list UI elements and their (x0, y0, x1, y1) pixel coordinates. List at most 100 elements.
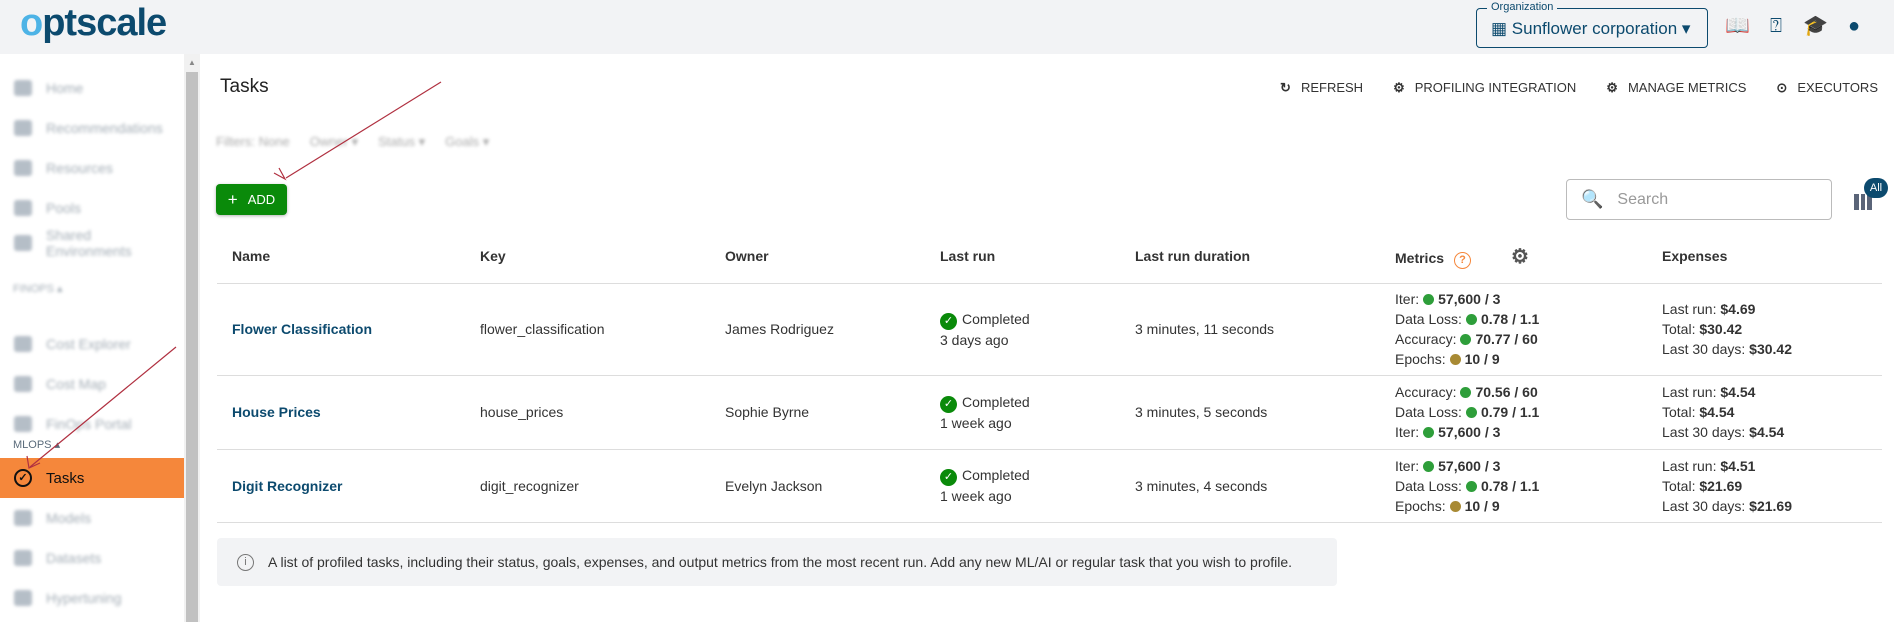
expenses-cell: Last run: $4.54 Total: $4.54 Last 30 days:… (1647, 375, 1882, 450)
task-key: flower_classification (465, 283, 710, 376)
expenses-cell: Last run: $4.51 Total: $21.69 Last 30 days… (1647, 449, 1882, 523)
sidebar-item-cost-map[interactable]: Cost Map (0, 364, 184, 404)
gear-icon: ⚙ (1393, 80, 1405, 95)
task-owner: Sophie Byrne (710, 375, 925, 450)
sidebar-section-mlops[interactable]: MLOPS ▴ (13, 438, 60, 451)
tasks-table: Name Key Owner Last run Last run duration Met… (217, 230, 1882, 523)
status-dot-icon (1465, 407, 1477, 418)
tune-icon (14, 590, 32, 606)
environment-icon (14, 235, 32, 251)
task-name-link[interactable]: Digit Recognizer (217, 449, 465, 523)
help-circle-icon[interactable]: ? (1454, 251, 1472, 269)
check-circle-icon: ✓ (940, 469, 957, 486)
sidebar-scrollbar[interactable]: ▲ (184, 54, 200, 622)
status-dot-icon (1449, 500, 1461, 512)
refresh-icon: ↻ (1280, 80, 1291, 95)
last-run-duration: 3 minutes, 11 seconds (1120, 283, 1380, 376)
gear-icon[interactable]: ⚙ (1511, 246, 1529, 268)
metric: Accuracy: 70.56 / 60 (1395, 384, 1538, 400)
manage-metrics-button[interactable]: ⚙ MANAGE METRICS (1606, 80, 1746, 96)
scrollbar-thumb[interactable] (186, 72, 198, 622)
expense: Last run: $4.51 (1662, 457, 1756, 474)
filters-bar: Filters: None Owner ▾ Status ▾ Goals ▾ (216, 134, 490, 150)
filter-owner[interactable]: Owner ▾ (310, 134, 358, 150)
sidebar-item-cost-explorer[interactable]: Cost Explorer (0, 324, 184, 364)
main-content: Tasks ↻ REFRESH ⚙ PROFILING INTEGRATION ⚙ M… (200, 54, 1894, 622)
metrics-cell: Iter: 57,600 / 3 Data Loss: 0.78 / 1.1 Accur… (1380, 283, 1647, 376)
sidebar-item-shared-environments[interactable]: Shared Environments (0, 218, 184, 268)
status-dot-icon (1465, 480, 1477, 492)
sidebar-section-finops[interactable]: FINOPS ▴ (13, 282, 63, 295)
table-row[interactable]: Flower Classification flower_classificat… (217, 283, 1882, 376)
help-icon[interactable]: ⍰ (1764, 14, 1788, 38)
columns-badge: All (1864, 178, 1888, 198)
book-icon[interactable]: 📖 (1725, 14, 1750, 38)
task-owner: Evelyn Jackson (710, 449, 925, 523)
metric: Epochs: 10 / 9 (1395, 497, 1500, 514)
sidebar-item-home[interactable]: Home (0, 68, 184, 108)
graduation-cap-icon[interactable]: 🎓 (1803, 14, 1828, 38)
resources-icon (14, 160, 32, 176)
column-header-last-run: Last run (925, 230, 1120, 284)
task-name-link[interactable]: Flower Classification (217, 283, 465, 376)
pools-icon (14, 200, 32, 216)
sidebar-item-tasks[interactable]: ✓ Tasks (0, 458, 184, 498)
status-dot-icon (1460, 387, 1472, 398)
table-row[interactable]: House Prices house_prices Sophie Byrne ✓… (217, 375, 1882, 450)
info-icon: i (237, 553, 254, 571)
globe-icon (14, 376, 32, 392)
last-run: ✓ Completed 3 days ago (925, 283, 1120, 376)
profiling-integration-button[interactable]: ⚙ PROFILING INTEGRATION (1393, 80, 1576, 96)
filter-status[interactable]: Status ▾ (378, 134, 425, 150)
task-key: house_prices (465, 375, 710, 450)
account-icon[interactable]: ● (1842, 14, 1866, 38)
filter-goals[interactable]: Goals ▾ (445, 134, 489, 150)
star-icon (14, 510, 32, 526)
expense: Last 30 days: $30.42 (1662, 341, 1792, 357)
status-dot-icon (1423, 460, 1435, 472)
task-key: digit_recognizer (465, 449, 710, 523)
executors-button[interactable]: ⊙ EXECUTORS (1776, 80, 1878, 96)
column-header-key: Key (465, 230, 710, 284)
table-row[interactable]: Digit Recognizer digit_recognizer Evelyn… (217, 449, 1882, 523)
sidebar-item-datasets[interactable]: Datasets (0, 538, 184, 578)
add-button[interactable]: + ADD (216, 184, 287, 215)
task-owner: James Rodriguez (710, 283, 925, 376)
expense: Total: $4.54 (1662, 404, 1735, 420)
optscale-logo[interactable]: optscale (20, 2, 167, 45)
home-icon (14, 80, 32, 96)
refresh-button[interactable]: ↻ REFRESH (1280, 80, 1363, 96)
column-header-last-run-duration: Last run duration (1120, 230, 1380, 284)
metric: Data Loss: 0.78 / 1.1 (1395, 477, 1540, 494)
dataset-icon (14, 550, 32, 566)
scroll-up-icon[interactable]: ▲ (188, 58, 196, 67)
page-title: Tasks (220, 76, 269, 97)
search-input[interactable]: 🔍 Search (1566, 179, 1832, 220)
expenses-cell: Last run: $4.69 Total: $30.42 Last 30 days… (1647, 283, 1882, 376)
play-circle-icon: ⊙ (1776, 80, 1788, 95)
plus-icon: + (227, 189, 238, 209)
last-run: ✓ Completed 1 week ago (925, 375, 1120, 450)
building-icon: ▦ (1491, 19, 1512, 38)
metrics-cell: Accuracy: 70.56 / 60 Data Loss: 0.79 / 1.1 I… (1380, 375, 1647, 450)
sidebar-item-hypertuning[interactable]: Hypertuning (0, 578, 184, 618)
sidebar-item-models[interactable]: Models (0, 498, 184, 538)
organization-selector[interactable]: Organization ▦ Sunflower corporation ▾ (1476, 1, 1708, 48)
metric: Accuracy: 70.77 / 60 (1395, 331, 1538, 347)
metric: Data Loss: 0.79 / 1.1 (1395, 404, 1540, 420)
expense: Total: $21.69 (1662, 477, 1743, 494)
expense: Last 30 days: $21.69 (1662, 497, 1792, 514)
gear-icon: ⚙ (1606, 80, 1618, 95)
task-name-link[interactable]: House Prices (217, 375, 465, 450)
organization-label: Organization (1487, 1, 1558, 13)
column-header-name: Name (217, 230, 465, 284)
expense: Total: $30.42 (1662, 321, 1743, 337)
status-dot-icon (1423, 294, 1435, 305)
chevron-up-icon: ▴ (54, 439, 61, 451)
sidebar-item-recommendations[interactable]: Recommendations (0, 108, 184, 148)
status-dot-icon (1465, 314, 1477, 325)
chevron-down-icon: ▾ (1681, 19, 1691, 38)
metrics-cell: Iter: 57,600 / 3 Data Loss: 0.78 / 1.1 Epoch… (1380, 449, 1647, 523)
expense: Last run: $4.69 (1662, 301, 1756, 317)
sidebar-item-resources[interactable]: Resources (0, 148, 184, 188)
